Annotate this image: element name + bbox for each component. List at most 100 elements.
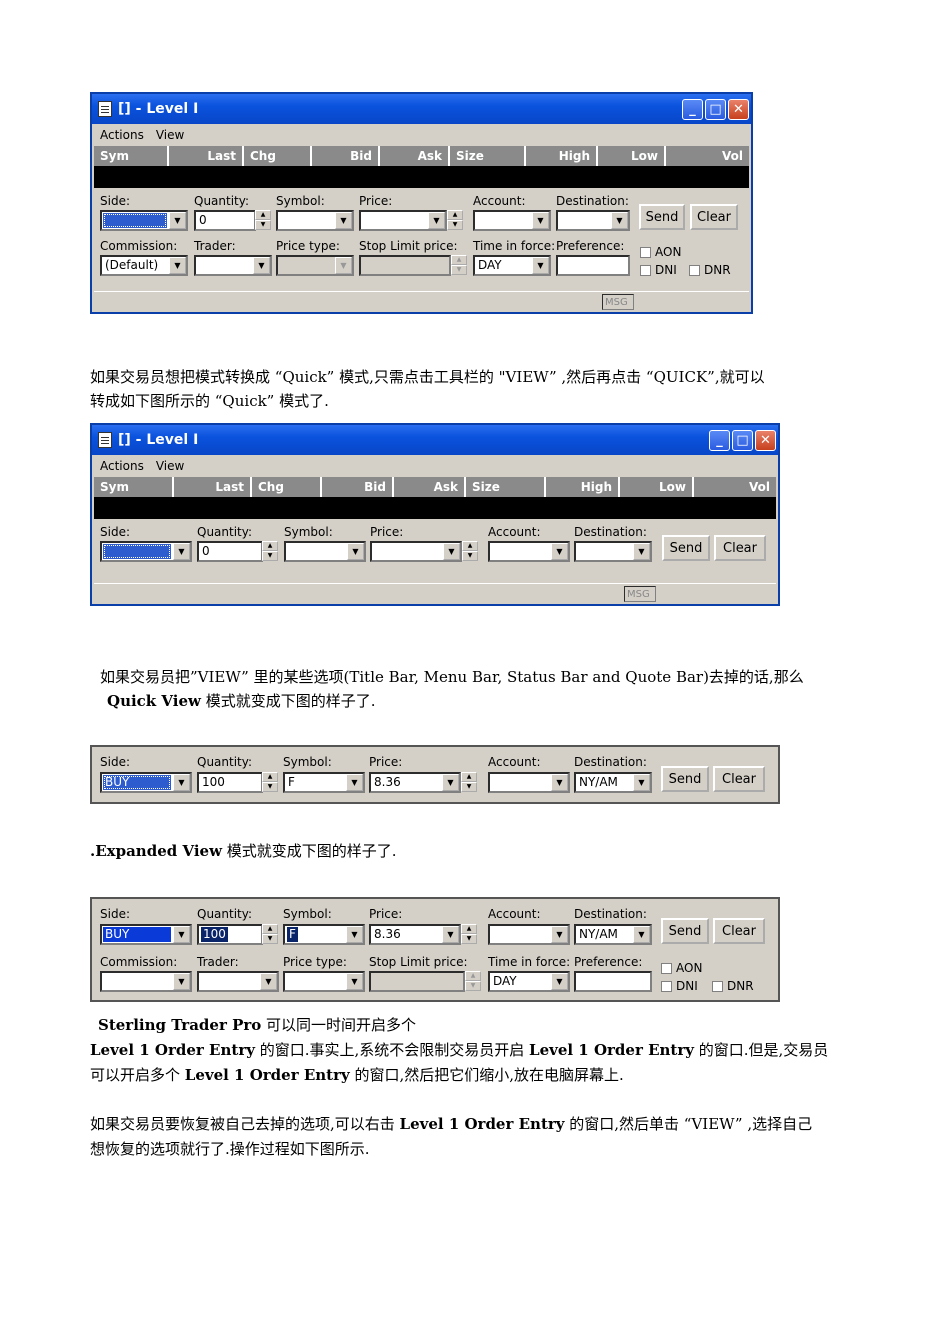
- checkbox-icon[interactable]: [640, 264, 651, 276]
- price-type-select[interactable]: ▼: [276, 255, 354, 276]
- price-input[interactable]: 8.36 ▼: [369, 772, 461, 793]
- aon-checkbox[interactable]: AON: [640, 245, 681, 259]
- chevron-down-icon[interactable]: ▼: [428, 212, 445, 229]
- quantity-input[interactable]: 100: [197, 924, 263, 945]
- chevron-down-icon[interactable]: ▼: [169, 212, 186, 229]
- chevron-down-icon[interactable]: ▼: [442, 774, 459, 791]
- chevron-down-icon[interactable]: ▼: [633, 774, 650, 791]
- menu-actions[interactable]: Actions: [100, 128, 144, 142]
- chevron-down-icon[interactable]: ▼: [346, 973, 363, 990]
- side-select[interactable]: ▼: [100, 210, 188, 231]
- dni-checkbox[interactable]: DNI: [640, 263, 677, 277]
- side-select[interactable]: BUY ▼: [100, 772, 192, 793]
- aon-checkbox[interactable]: AON: [661, 961, 702, 975]
- menu-actions[interactable]: Actions: [100, 459, 144, 473]
- dni-checkbox[interactable]: DNI: [661, 979, 698, 993]
- price-spinner[interactable]: ▲ ▼: [461, 924, 477, 945]
- symbol-select[interactable]: ▼: [276, 210, 354, 231]
- chevron-down-icon[interactable]: ▼: [532, 257, 549, 274]
- checkbox-icon[interactable]: [712, 980, 723, 992]
- symbol-select[interactable]: ▼: [284, 541, 366, 562]
- send-button[interactable]: Send: [639, 204, 685, 230]
- side-select[interactable]: BUY ▼: [100, 924, 192, 945]
- price-type-select[interactable]: ▼: [283, 971, 365, 992]
- menu-view[interactable]: View: [156, 128, 184, 142]
- checkbox-icon[interactable]: [661, 962, 672, 974]
- commission-select[interactable]: ▼: [100, 971, 192, 992]
- stop-limit-input[interactable]: [369, 971, 465, 992]
- chevron-down-icon[interactable]: ▼: [633, 926, 650, 943]
- minimize-icon[interactable]: _: [682, 98, 703, 120]
- account-select[interactable]: ▼: [473, 210, 551, 231]
- quantity-spinner[interactable]: ▲ ▼: [262, 924, 278, 945]
- quantity-spinner[interactable]: ▲ ▼: [262, 541, 278, 562]
- title-bar[interactable]: [] - Level I _ □ ✕: [92, 94, 751, 124]
- chevron-down-icon[interactable]: ▼: [173, 926, 190, 943]
- price-input[interactable]: ▼: [370, 541, 462, 562]
- chevron-down-icon[interactable]: ▼: [443, 543, 460, 560]
- clear-button[interactable]: Clear: [690, 204, 738, 230]
- destination-select[interactable]: NY/AM ▼: [574, 924, 652, 945]
- send-button[interactable]: Send: [662, 535, 710, 561]
- account-select[interactable]: ▼: [488, 924, 570, 945]
- chevron-down-icon[interactable]: ▼: [346, 926, 363, 943]
- preference-input[interactable]: [574, 971, 652, 992]
- trader-select[interactable]: ▼: [197, 971, 279, 992]
- quantity-input[interactable]: 0: [197, 541, 263, 562]
- dnr-checkbox[interactable]: DNR: [689, 263, 731, 277]
- chevron-down-icon[interactable]: ▼: [260, 973, 277, 990]
- menu-view[interactable]: View: [156, 459, 184, 473]
- clear-button[interactable]: Clear: [714, 535, 766, 561]
- chevron-down-icon[interactable]: ▼: [173, 973, 190, 990]
- price-spinner[interactable]: ▲ ▼: [461, 772, 477, 793]
- side-select[interactable]: ▼: [100, 541, 192, 562]
- chevron-down-icon[interactable]: ▼: [173, 774, 190, 791]
- chevron-down-icon[interactable]: ▼: [173, 543, 190, 560]
- chevron-down-icon[interactable]: ▼: [335, 257, 352, 274]
- stop-limit-input[interactable]: [359, 255, 451, 276]
- chevron-down-icon[interactable]: ▼: [551, 543, 568, 560]
- tif-select[interactable]: DAY ▼: [488, 971, 570, 992]
- chevron-down-icon[interactable]: ▼: [611, 212, 628, 229]
- close-icon[interactable]: ✕: [755, 429, 776, 451]
- chevron-down-icon[interactable]: ▼: [442, 926, 459, 943]
- quantity-spinner[interactable]: ▲ ▼: [262, 772, 278, 793]
- close-icon[interactable]: ✕: [728, 98, 749, 120]
- quantity-input[interactable]: 0: [194, 210, 256, 231]
- checkbox-icon[interactable]: [640, 246, 651, 258]
- price-spinner[interactable]: ▲ ▼: [447, 210, 463, 231]
- destination-select[interactable]: ▼: [556, 210, 630, 231]
- clear-button[interactable]: Clear: [713, 766, 765, 792]
- quantity-input[interactable]: 100: [197, 772, 263, 793]
- destination-select[interactable]: NY/AM ▼: [574, 772, 652, 793]
- stop-limit-spinner[interactable]: ▲ ▼: [465, 971, 481, 992]
- destination-select[interactable]: ▼: [574, 541, 652, 562]
- maximize-icon[interactable]: □: [732, 429, 753, 451]
- send-button[interactable]: Send: [661, 766, 709, 792]
- account-select[interactable]: ▼: [488, 772, 570, 793]
- symbol-select[interactable]: F ▼: [283, 772, 365, 793]
- stop-limit-spinner[interactable]: ▲ ▼: [451, 255, 467, 276]
- price-input[interactable]: 8.36 ▼: [369, 924, 461, 945]
- chevron-down-icon[interactable]: ▼: [551, 973, 568, 990]
- trader-select[interactable]: ▼: [194, 255, 272, 276]
- clear-button[interactable]: Clear: [713, 918, 765, 944]
- checkbox-icon[interactable]: [661, 980, 672, 992]
- price-spinner[interactable]: ▲ ▼: [462, 541, 478, 562]
- price-input[interactable]: ▼: [359, 210, 447, 231]
- chevron-down-icon[interactable]: ▼: [633, 543, 650, 560]
- chevron-down-icon[interactable]: ▼: [169, 257, 186, 274]
- checkbox-icon[interactable]: [689, 264, 700, 276]
- preference-input[interactable]: [556, 255, 630, 276]
- chevron-down-icon[interactable]: ▼: [347, 543, 364, 560]
- tif-select[interactable]: DAY ▼: [473, 255, 551, 276]
- send-button[interactable]: Send: [661, 918, 709, 944]
- commission-select[interactable]: (Default) ▼: [100, 255, 188, 276]
- account-select[interactable]: ▼: [488, 541, 570, 562]
- chevron-down-icon[interactable]: ▼: [335, 212, 352, 229]
- quantity-spinner[interactable]: ▲ ▼: [255, 210, 271, 231]
- dnr-checkbox[interactable]: DNR: [712, 979, 754, 993]
- chevron-down-icon[interactable]: ▼: [551, 774, 568, 791]
- chevron-down-icon[interactable]: ▼: [346, 774, 363, 791]
- title-bar[interactable]: [] - Level I _ □ ✕: [92, 425, 778, 455]
